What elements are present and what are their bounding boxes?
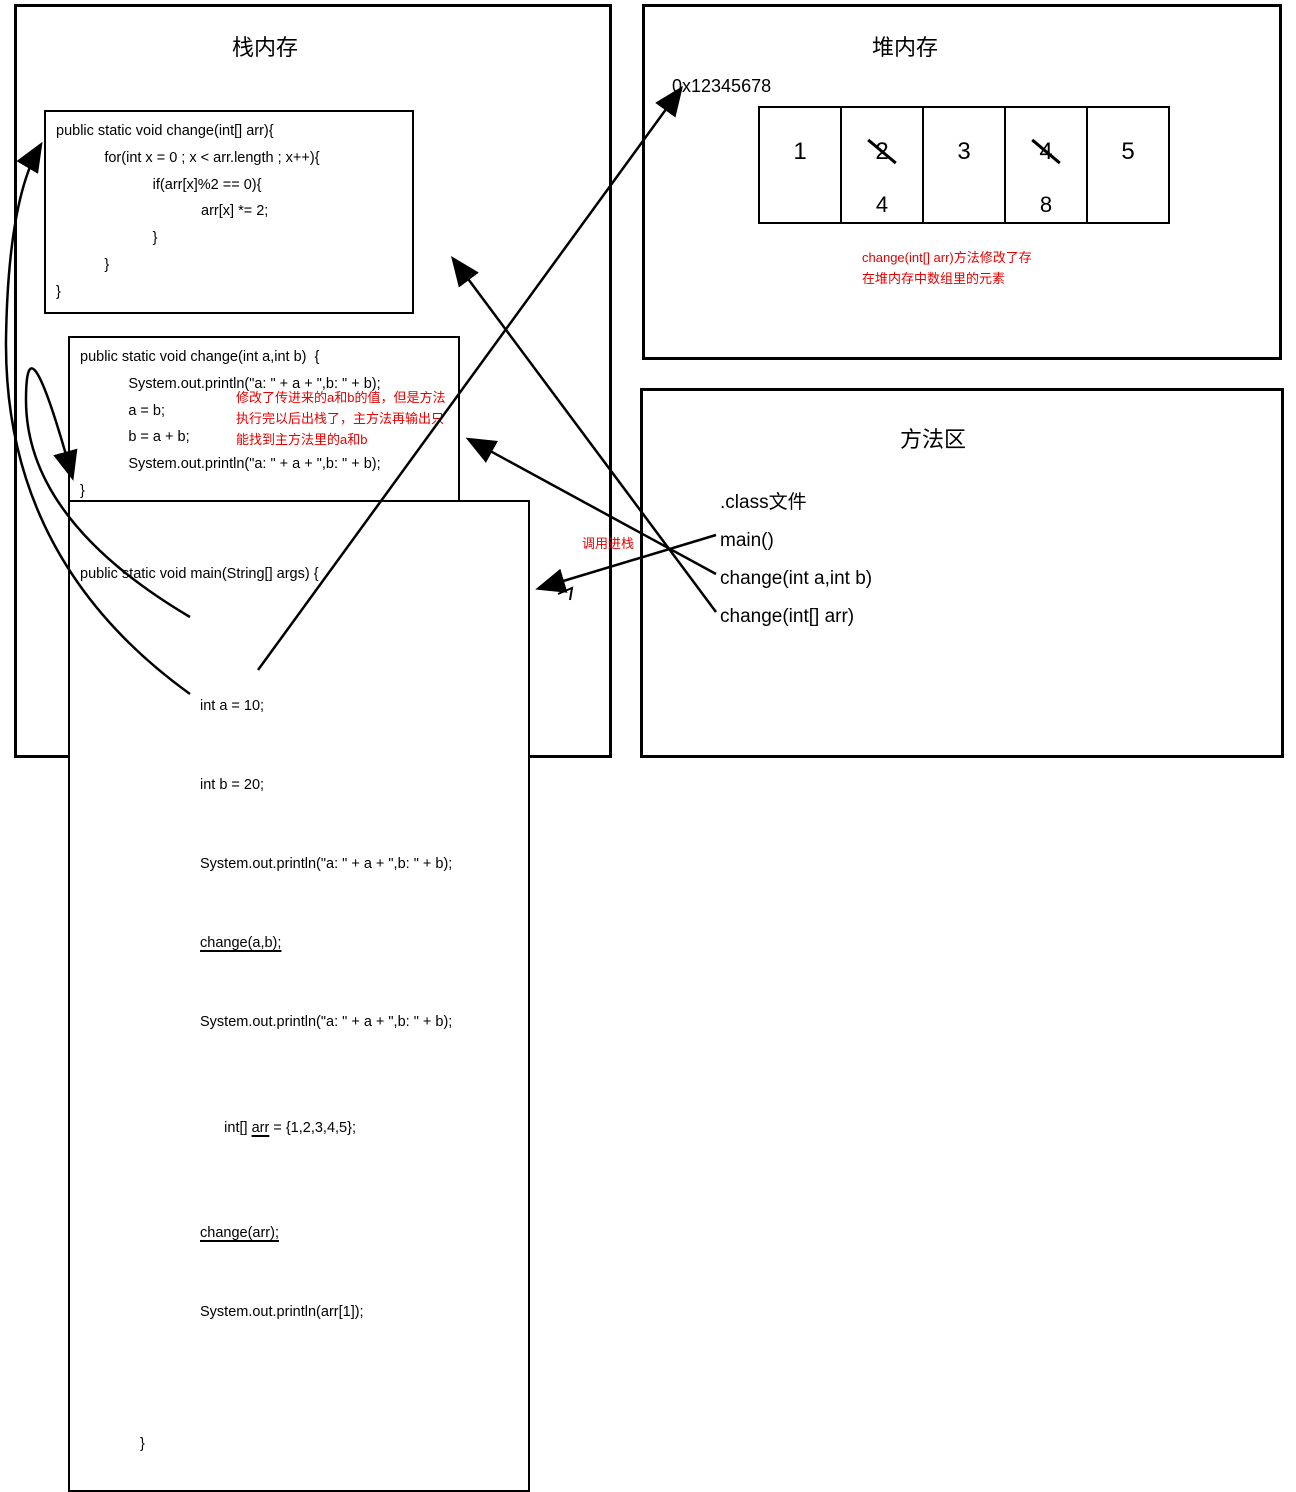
heap-address: 0x12345678 <box>672 76 771 97</box>
stack-title: 栈内存 <box>232 30 298 62</box>
code-box-change-arr: public static void change(int[] arr){ fo… <box>44 110 414 314</box>
arr-cell-3: 4 8 <box>1005 107 1087 223</box>
code-box-main: public static void main(String[] args) {… <box>68 500 530 1492</box>
main-l7: change(arr); <box>200 1225 279 1241</box>
main-l6-pre: int[] <box>224 1120 251 1136</box>
method-item-class: .class文件 <box>720 484 872 522</box>
heap-title: 堆内存 <box>872 30 938 62</box>
main-l5: System.out.println("a: " + a + ",b: " + … <box>200 1009 518 1035</box>
method-item-main: main() <box>720 522 872 560</box>
main-close: } <box>80 1431 518 1457</box>
note-heap: change(int[] arr)方法修改了存在堆内存中数组里的元素 <box>862 248 1032 290</box>
main-l2: int b = 20; <box>200 772 518 798</box>
method-item-change-arr: change(int[] arr) <box>720 598 872 636</box>
heap-array: 1 2 4 3 4 8 5 <box>758 106 1170 224</box>
method-item-change-ab: change(int a,int b) <box>720 560 872 598</box>
note-change-ab: 修改了传进来的a和b的值，但是方法执行完以后出栈了，主方法再输出只能找到主方法里… <box>236 388 446 450</box>
main-l8: System.out.println(arr[1]); <box>200 1299 518 1325</box>
method-list: .class文件 main() change(int a,int b) chan… <box>720 484 872 636</box>
arr-cell-4: 5 <box>1087 107 1169 223</box>
main-sig: public static void main(String[] args) { <box>80 561 518 587</box>
method-area-title: 方法区 <box>900 422 966 454</box>
main-l6-post: = {1,2,3,4,5}; <box>269 1120 356 1136</box>
main-l1: int a = 10; <box>200 693 518 719</box>
main-l3: System.out.println("a: " + a + ",b: " + … <box>200 851 518 877</box>
arr-cell-2: 3 <box>923 107 1005 223</box>
main-l6-u: arr <box>252 1120 270 1136</box>
call-label: 调用进栈 <box>582 534 634 555</box>
arr-cell-0: 1 <box>759 107 841 223</box>
main-l4: change(a,b); <box>200 935 281 951</box>
arr-cell-1: 2 4 <box>841 107 923 223</box>
